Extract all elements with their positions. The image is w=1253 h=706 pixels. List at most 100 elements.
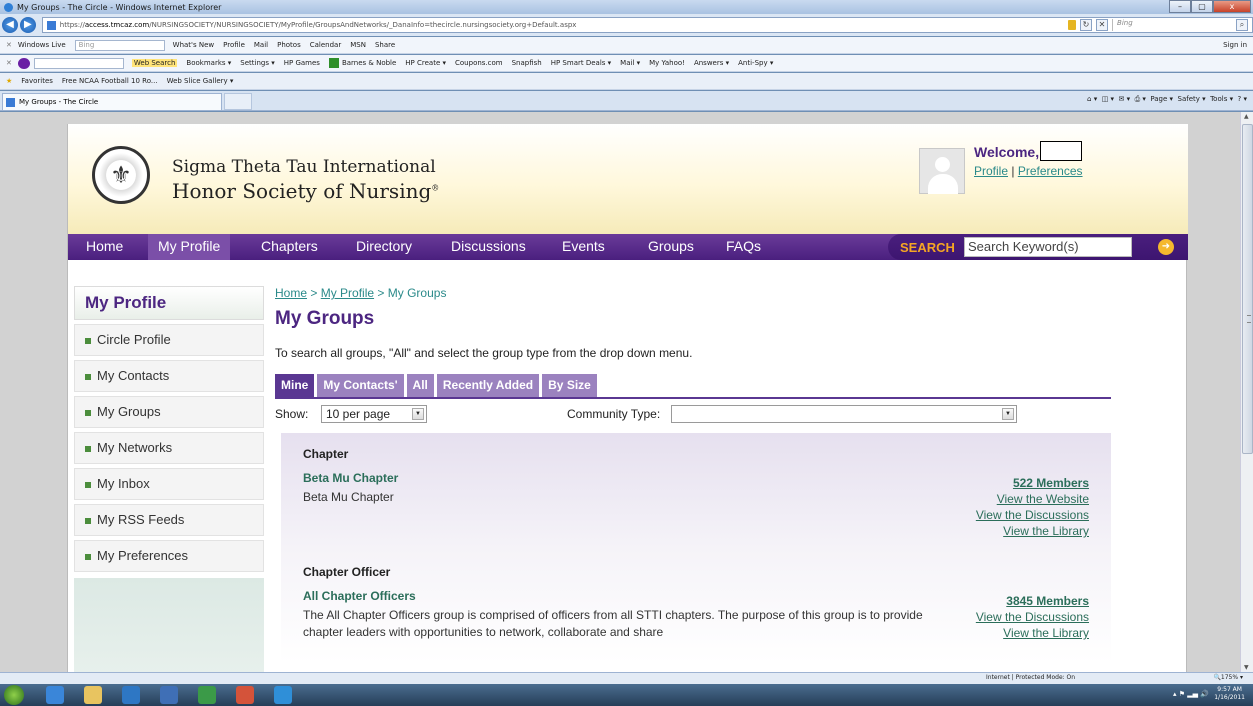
zoom-level[interactable]: 🔍175% ▾: [1213, 674, 1243, 681]
community-type-select[interactable]: ▼: [671, 405, 1017, 423]
close-button[interactable]: x: [1213, 0, 1251, 13]
nav-home[interactable]: Home: [76, 234, 133, 260]
browser-tab[interactable]: My Groups - The Circle: [2, 93, 222, 110]
toolbar2-item[interactable]: Answers ▾: [694, 59, 729, 67]
page-size-select[interactable]: 10 per page ▼: [321, 405, 427, 423]
scroll-down-icon[interactable]: ▼: [1244, 664, 1249, 671]
preferences-link[interactable]: Preferences: [1018, 164, 1083, 178]
live-search-input[interactable]: Bing: [74, 39, 165, 51]
close-toolbar-icon[interactable]: ✕: [6, 59, 12, 67]
scroll-up-icon[interactable]: ▲: [1244, 113, 1249, 120]
group-name-link[interactable]: Beta Mu Chapter: [303, 471, 1089, 485]
excel-taskbar-icon[interactable]: [198, 686, 216, 704]
help-icon[interactable]: ? ▾: [1238, 95, 1247, 103]
toolbar2-item[interactable]: Bookmarks ▾: [186, 59, 231, 67]
sidebar-item-my-rss-feeds[interactable]: My RSS Feeds: [74, 504, 264, 536]
yahoo-logo-icon[interactable]: [17, 57, 30, 69]
toolbar2-item[interactable]: Coupons.com: [455, 59, 503, 67]
toolbar1-item[interactable]: Mail: [254, 41, 268, 49]
toolbar1-item[interactable]: Share: [375, 41, 395, 49]
nav-my-profile[interactable]: My Profile: [148, 234, 231, 260]
avatar[interactable]: [919, 148, 965, 194]
favorites-button[interactable]: Favorites: [21, 77, 53, 85]
sidebar-item-my-networks[interactable]: My Networks: [74, 432, 264, 464]
toolbar2-item[interactable]: Anti-Spy ▾: [738, 59, 773, 67]
command-item[interactable]: Tools ▾: [1210, 95, 1233, 103]
back-icon[interactable]: ◀: [2, 17, 18, 33]
maximize-button[interactable]: ▢: [1191, 0, 1213, 13]
toolbar1-item[interactable]: Photos: [277, 41, 301, 49]
system-clock[interactable]: 9:57 AM 1/16/2011: [1214, 686, 1245, 702]
nav-discussions[interactable]: Discussions: [441, 234, 536, 260]
search-go-icon[interactable]: ➜: [1158, 239, 1174, 255]
toolbar2-item[interactable]: HP Smart Deals ▾: [551, 59, 611, 67]
word-taskbar-icon[interactable]: [160, 686, 178, 704]
breadcrumb-my-profile[interactable]: My Profile: [321, 286, 374, 300]
print-icon[interactable]: ⎙ ▾: [1135, 95, 1146, 103]
view-library-link[interactable]: View the Library: [976, 625, 1089, 641]
sign-in-link[interactable]: Sign in: [1223, 41, 1247, 49]
search-input[interactable]: Search Keyword(s): [964, 237, 1132, 257]
home-icon[interactable]: ⌂ ▾: [1087, 95, 1097, 103]
address-bar[interactable]: https://access.tmcaz.com/NURSINGSOCIETY/…: [41, 17, 1253, 33]
toolbar2-item[interactable]: HP Create ▾: [405, 59, 446, 67]
system-tray-icons[interactable]: ▴ ⚑ ▂▄ 🔊: [1173, 690, 1209, 698]
explorer-taskbar-icon[interactable]: [84, 686, 102, 704]
ie-taskbar-icon[interactable]: [46, 686, 64, 704]
sidebar-item-circle-profile[interactable]: Circle Profile: [74, 324, 264, 356]
feeds-icon[interactable]: ◫ ▾: [1102, 95, 1114, 103]
view-library-link[interactable]: View the Library: [976, 523, 1089, 539]
web-search-button[interactable]: Web Search: [131, 59, 178, 67]
toolbar1-item[interactable]: MSN: [350, 41, 366, 49]
new-tab-button[interactable]: [224, 93, 252, 110]
member-count-link[interactable]: 522 Members: [976, 475, 1089, 491]
sidebar-item-my-inbox[interactable]: My Inbox: [74, 468, 264, 500]
view-website-link[interactable]: View the Website: [976, 491, 1089, 507]
tab-my-contacts[interactable]: My Contacts': [317, 374, 404, 397]
media-player-taskbar-icon[interactable]: [122, 686, 140, 704]
windows-live-brand[interactable]: Windows Live: [18, 41, 66, 49]
security-zone[interactable]: Internet | Protected Mode: On: [986, 674, 1075, 681]
powerpoint-taskbar-icon[interactable]: [236, 686, 254, 704]
stop-icon[interactable]: ✕: [1096, 19, 1109, 31]
sidebar-item-my-groups[interactable]: My Groups: [74, 396, 264, 428]
nav-events[interactable]: Events: [552, 234, 615, 260]
favorite-item[interactable]: Web Slice Gallery ▾: [167, 77, 234, 85]
nav-groups[interactable]: Groups: [638, 234, 704, 260]
lock-icon[interactable]: [1068, 20, 1077, 30]
tab-by-size[interactable]: By Size: [542, 374, 597, 397]
favorite-item[interactable]: Free NCAA Football 10 Ro...: [62, 77, 158, 85]
tab-mine[interactable]: Mine: [275, 374, 315, 397]
member-count-link[interactable]: 3845 Members: [976, 593, 1089, 609]
search-icon[interactable]: ⌕: [1236, 19, 1249, 31]
profile-link[interactable]: Profile: [974, 164, 1008, 178]
toolbar2-item[interactable]: My Yahoo!: [649, 59, 685, 67]
address-url[interactable]: https://access.tmcaz.com/NURSINGSOCIETY/…: [60, 21, 577, 29]
tab-recently-added[interactable]: Recently Added: [436, 374, 540, 397]
tab-all[interactable]: All: [406, 374, 434, 397]
forward-icon[interactable]: ▶: [19, 17, 36, 33]
breadcrumb-home[interactable]: Home: [275, 286, 307, 300]
toolbar2-item[interactable]: Snapfish: [512, 59, 542, 67]
sidebar-item-my-preferences[interactable]: My Preferences: [74, 540, 264, 572]
toolbar2-item[interactable]: Settings ▾: [240, 59, 274, 67]
app-taskbar-icon[interactable]: [274, 686, 292, 704]
toolbar1-item[interactable]: What's New: [173, 41, 214, 49]
vertical-scrollbar[interactable]: ▲ ▼: [1240, 112, 1253, 672]
society-seal-logo[interactable]: ⚜: [92, 146, 150, 204]
nav-faqs[interactable]: FAQs: [716, 234, 771, 260]
toolbar1-item[interactable]: Calendar: [310, 41, 341, 49]
toolbar2-item[interactable]: Mail ▾: [620, 59, 640, 67]
sidebar-item-my-contacts[interactable]: My Contacts: [74, 360, 264, 392]
toolbar2-item[interactable]: Barnes & Noble: [342, 59, 396, 67]
nav-chapters[interactable]: Chapters: [251, 234, 328, 260]
scrollbar-thumb[interactable]: [1242, 124, 1253, 454]
view-discussions-link[interactable]: View the Discussions: [976, 507, 1089, 523]
minimize-button[interactable]: –: [1169, 0, 1191, 13]
mail-icon[interactable]: ✉ ▾: [1119, 95, 1131, 103]
yahoo-search-input[interactable]: [33, 57, 124, 69]
command-item[interactable]: Safety ▾: [1178, 95, 1206, 103]
close-toolbar-icon[interactable]: ✕: [6, 41, 12, 49]
bing-search-input[interactable]: Bing: [1112, 19, 1232, 31]
group-name-link[interactable]: All Chapter Officers: [303, 589, 1089, 603]
